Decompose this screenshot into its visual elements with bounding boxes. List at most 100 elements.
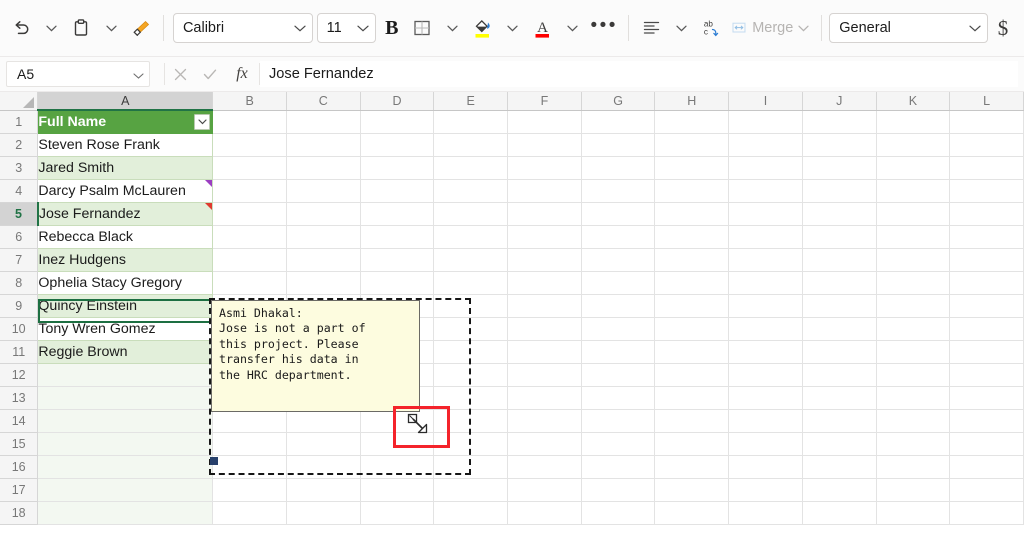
cell-L6[interactable] (950, 225, 1024, 248)
cell-H13[interactable] (655, 386, 729, 409)
cell-I9[interactable] (729, 294, 803, 317)
row-header-10[interactable]: 10 (0, 317, 38, 340)
cell-A12[interactable] (38, 363, 213, 386)
paste-button[interactable] (66, 10, 96, 46)
cell-G16[interactable] (581, 455, 655, 478)
cell-A7[interactable]: Inez Hudgens (38, 248, 213, 271)
column-header-L[interactable]: L (950, 92, 1024, 110)
cell-G17[interactable] (581, 478, 655, 501)
cell-D7[interactable] (360, 248, 434, 271)
cell-H6[interactable] (655, 225, 729, 248)
cell-L18[interactable] (950, 501, 1024, 524)
cell-K11[interactable] (876, 340, 950, 363)
format-painter-button[interactable] (126, 10, 156, 46)
cell-I3[interactable] (729, 156, 803, 179)
alignment-button[interactable] (636, 10, 666, 46)
cell-L15[interactable] (950, 432, 1024, 455)
cell-H5[interactable] (655, 202, 729, 225)
cell-B2[interactable] (213, 133, 287, 156)
cell-J14[interactable] (802, 409, 876, 432)
cell-A11[interactable]: Reggie Brown (38, 340, 213, 363)
cell-I2[interactable] (729, 133, 803, 156)
undo-button[interactable] (6, 10, 36, 46)
row-header-14[interactable]: 14 (0, 409, 38, 432)
cell-L14[interactable] (950, 409, 1024, 432)
cell-K17[interactable] (876, 478, 950, 501)
cell-H16[interactable] (655, 455, 729, 478)
font-size-select[interactable]: 11 (317, 13, 377, 43)
cell-C8[interactable] (286, 271, 360, 294)
cell-J18[interactable] (802, 501, 876, 524)
cell-L1[interactable] (950, 110, 1024, 133)
cell-E8[interactable] (434, 271, 508, 294)
column-header-J[interactable]: J (802, 92, 876, 110)
cell-G9[interactable] (581, 294, 655, 317)
cell-F9[interactable] (508, 294, 582, 317)
column-header-F[interactable]: F (508, 92, 582, 110)
cell-E17[interactable] (434, 478, 508, 501)
cell-A5[interactable]: Jose Fernandez (38, 202, 213, 225)
cell-K9[interactable] (876, 294, 950, 317)
cell-L10[interactable] (950, 317, 1024, 340)
cell-J1[interactable] (802, 110, 876, 133)
cell-J4[interactable] (802, 179, 876, 202)
cell-I5[interactable] (729, 202, 803, 225)
bold-button[interactable]: B (376, 10, 407, 46)
font-color-button[interactable]: A (527, 10, 557, 46)
cell-J3[interactable] (802, 156, 876, 179)
cell-K10[interactable] (876, 317, 950, 340)
cell-I8[interactable] (729, 271, 803, 294)
cell-C5[interactable] (286, 202, 360, 225)
cell-C6[interactable] (286, 225, 360, 248)
cell-C3[interactable] (286, 156, 360, 179)
cell-E6[interactable] (434, 225, 508, 248)
cell-J9[interactable] (802, 294, 876, 317)
cell-K14[interactable] (876, 409, 950, 432)
cell-F10[interactable] (508, 317, 582, 340)
cell-H1[interactable] (655, 110, 729, 133)
cell-G11[interactable] (581, 340, 655, 363)
cell-D17[interactable] (360, 478, 434, 501)
cell-K16[interactable] (876, 455, 950, 478)
cell-F2[interactable] (508, 133, 582, 156)
cell-J16[interactable] (802, 455, 876, 478)
row-header-13[interactable]: 13 (0, 386, 38, 409)
formula-input[interactable]: Jose Fernandez (260, 61, 1018, 87)
row-header-3[interactable]: 3 (0, 156, 38, 179)
cell-G3[interactable] (581, 156, 655, 179)
column-header-C[interactable]: C (286, 92, 360, 110)
cell-H3[interactable] (655, 156, 729, 179)
column-header-K[interactable]: K (876, 92, 950, 110)
cell-L9[interactable] (950, 294, 1024, 317)
cell-J13[interactable] (802, 386, 876, 409)
cell-B8[interactable] (213, 271, 287, 294)
resize-handle-bottom-left[interactable] (210, 457, 218, 465)
cell-A2[interactable]: Steven Rose Frank (38, 133, 213, 156)
cell-F13[interactable] (508, 386, 582, 409)
cell-F18[interactable] (508, 501, 582, 524)
cell-C17[interactable] (286, 478, 360, 501)
row-header-8[interactable]: 8 (0, 271, 38, 294)
cell-D18[interactable] (360, 501, 434, 524)
cell-F16[interactable] (508, 455, 582, 478)
cell-B7[interactable] (213, 248, 287, 271)
undo-dropdown[interactable] (36, 10, 66, 46)
cell-J17[interactable] (802, 478, 876, 501)
cell-D5[interactable] (360, 202, 434, 225)
cell-D3[interactable] (360, 156, 434, 179)
cell-A4[interactable]: Darcy Psalm McLauren (38, 179, 213, 202)
cell-H8[interactable] (655, 271, 729, 294)
cell-A17[interactable] (38, 478, 213, 501)
cell-L2[interactable] (950, 133, 1024, 156)
column-header-B[interactable]: B (213, 92, 287, 110)
row-header-17[interactable]: 17 (0, 478, 38, 501)
cell-B18[interactable] (213, 501, 287, 524)
cell-F14[interactable] (508, 409, 582, 432)
cell-H4[interactable] (655, 179, 729, 202)
cell-F12[interactable] (508, 363, 582, 386)
cell-I10[interactable] (729, 317, 803, 340)
cell-A9[interactable]: Quincy Einstein (38, 294, 213, 317)
cell-J7[interactable] (802, 248, 876, 271)
alignment-dropdown[interactable] (666, 10, 696, 46)
cell-K4[interactable] (876, 179, 950, 202)
